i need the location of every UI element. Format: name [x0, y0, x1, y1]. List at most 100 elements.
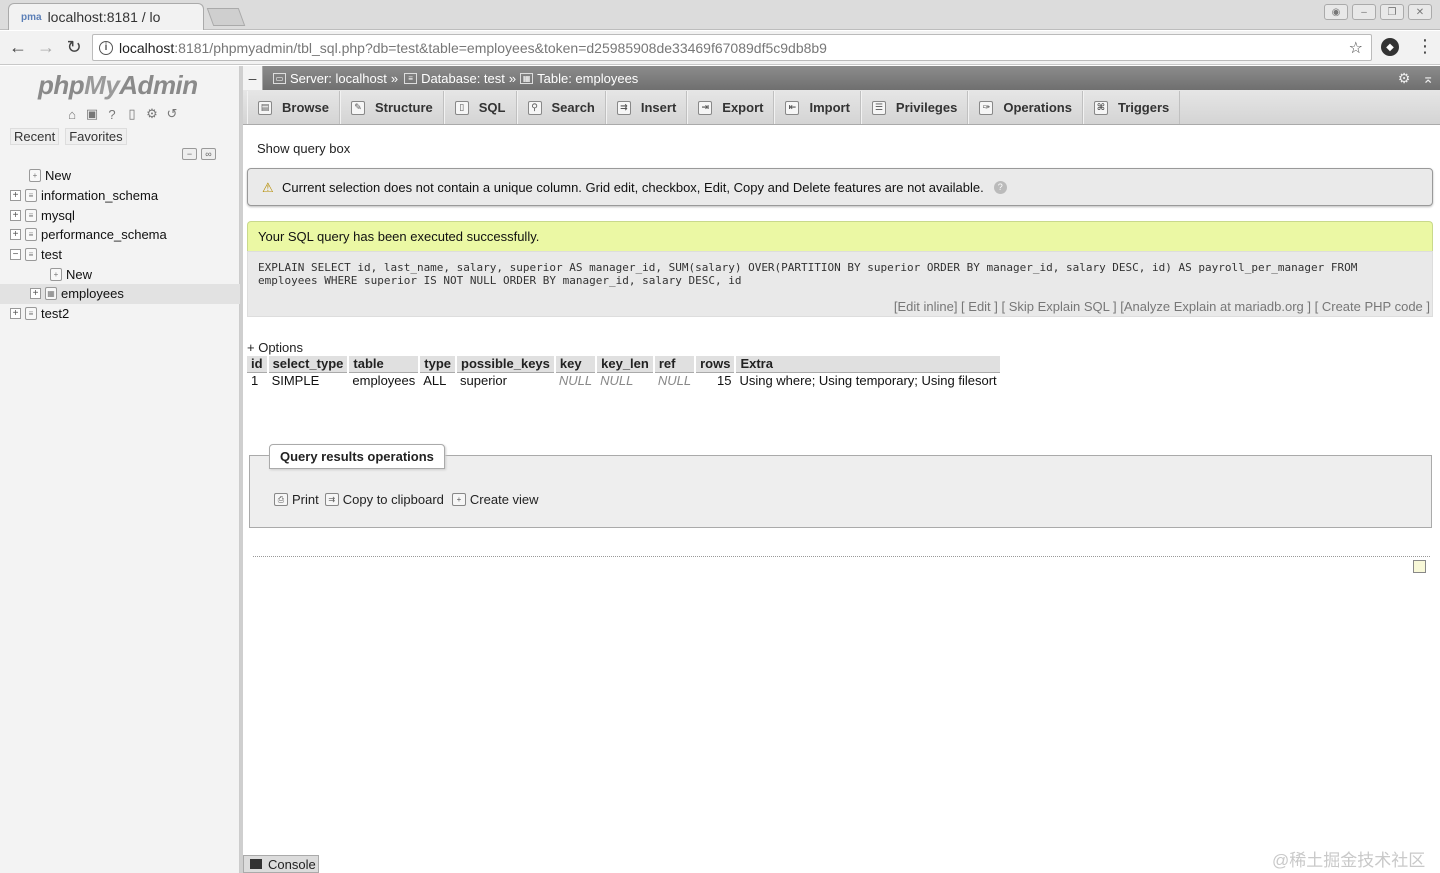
breadcrumb-database-label: Database: test: [421, 70, 505, 86]
col-ref[interactable]: ref: [653, 356, 697, 373]
expand-icon[interactable]: +: [10, 190, 21, 202]
console-toggle[interactable]: Console: [243, 855, 319, 873]
nav-tab-favorites[interactable]: Favorites: [65, 128, 127, 145]
link-with-main-icon[interactable]: ∞: [201, 148, 216, 160]
collapse-top-icon[interactable]: ⌅: [1422, 70, 1434, 87]
database-icon: ≡: [25, 307, 37, 321]
cell-rows: 15: [716, 373, 732, 389]
warning-icon: ⚠: [262, 180, 274, 195]
expand-icon[interactable]: +: [10, 229, 21, 241]
logo-admin: Admin: [119, 70, 198, 100]
create-view-link[interactable]: Create view: [470, 492, 539, 507]
tab-browse[interactable]: ▤ Browse: [247, 91, 340, 124]
tab-insert[interactable]: ⇉ Insert: [605, 91, 688, 124]
watermark: @稀土掘金技术社区: [1272, 851, 1426, 870]
import-icon: ⇤: [785, 100, 800, 115]
tree-item-test2[interactable]: + ≡ test2: [0, 304, 240, 324]
close-icon[interactable]: ✕: [1408, 4, 1432, 20]
col-type[interactable]: type: [419, 356, 457, 373]
help-icon[interactable]: ?: [993, 180, 1007, 194]
col-extra[interactable]: Extra: [735, 356, 1002, 373]
nav-tabs: Recent Favorites: [10, 128, 127, 145]
col-key[interactable]: key: [554, 356, 598, 373]
show-query-box-link[interactable]: Show query box: [257, 141, 350, 156]
reload-icon[interactable]: ↻: [60, 37, 88, 58]
browser-menu-icon[interactable]: ⋮: [1416, 36, 1434, 57]
col-rows[interactable]: rows: [695, 356, 737, 373]
tab-export[interactable]: ⇥ Export: [687, 91, 775, 124]
collapse-all-icon[interactable]: −: [182, 148, 197, 160]
collapse-icon[interactable]: −: [10, 249, 21, 261]
table-row: 1 SIMPLE employees ALL superior NULL NUL…: [247, 372, 1001, 389]
expand-icon[interactable]: +: [10, 209, 21, 221]
help-icon[interactable]: ?: [104, 106, 120, 122]
logo-php: php: [38, 70, 85, 100]
tree-item-performance-schema[interactable]: + ≡ performance_schema: [0, 225, 240, 245]
tab-search[interactable]: ⚲ Search: [516, 91, 606, 124]
database-icon: ≡: [404, 72, 418, 84]
tree-item-test[interactable]: − ≡ test: [0, 245, 240, 265]
tree-item-employees[interactable]: + ▦ employees: [0, 284, 240, 304]
print-link[interactable]: Print: [292, 492, 319, 507]
settings-gear-icon[interactable]: ⚙: [144, 106, 160, 122]
triggers-icon: ⌘: [1093, 100, 1108, 115]
tree-item-information-schema[interactable]: + ≡ information_schema: [0, 186, 240, 206]
restore-icon[interactable]: ❐: [1380, 4, 1404, 20]
sql-action-links[interactable]: [Edit inline] [ Edit ] [ Skip Explain SQ…: [894, 300, 1430, 314]
options-toggle[interactable]: + Options: [247, 340, 303, 355]
home-icon[interactable]: ⌂: [64, 106, 80, 122]
table-icon: ▦: [520, 72, 534, 84]
breadcrumb-database[interactable]: ≡ Database: test: [404, 71, 505, 86]
col-key-len[interactable]: key_len: [596, 356, 655, 373]
breadcrumb-server[interactable]: ▭ Server: localhost: [273, 71, 387, 86]
phpmyadmin-favicon-icon: pma: [21, 11, 42, 23]
tab-privileges[interactable]: ☰ Privileges: [860, 91, 969, 124]
profile-icon[interactable]: ◉: [1324, 4, 1348, 20]
table-menu: ▤ Browse ✎ Structure ▯ SQL ⚲ Search ⇉ Insert …: [243, 90, 1440, 125]
breadcrumb-table[interactable]: ▦ Table: employees: [520, 71, 638, 86]
tab-structure[interactable]: ✎ Structure: [339, 91, 444, 124]
expand-icon[interactable]: +: [10, 308, 21, 320]
col-select-type[interactable]: select_type: [267, 356, 350, 373]
back-icon[interactable]: ←: [4, 37, 32, 58]
create-view-icon: +: [451, 493, 466, 506]
forward-icon[interactable]: →: [32, 37, 60, 58]
new-tab-button[interactable]: [206, 8, 246, 26]
tab-sql[interactable]: ▯ SQL: [443, 91, 517, 124]
phpmyadmin-logo[interactable]: phpMyAdmin: [38, 70, 198, 101]
tab-triggers[interactable]: ⌘ Triggers: [1082, 91, 1181, 124]
address-bar[interactable]: i localhost:8181/phpmyadmin/tbl_sql.php?…: [92, 34, 1372, 61]
collapse-nav-button[interactable]: –: [243, 66, 263, 90]
tree-item-new-table[interactable]: + New: [0, 264, 240, 284]
navigation-panel: phpMyAdmin ⌂ ▣ ? ▯ ⚙ ↺ Recent Favorites …: [0, 66, 240, 873]
expand-icon[interactable]: +: [30, 288, 41, 300]
tab-label: Privileges: [895, 100, 958, 115]
new-table-icon: +: [50, 267, 62, 281]
bookmark-page-icon[interactable]: [1413, 560, 1426, 573]
docs-icon[interactable]: ▯: [124, 106, 140, 122]
site-info-icon[interactable]: i: [99, 40, 113, 55]
minimize-icon[interactable]: –: [1352, 4, 1376, 20]
browser-tab[interactable]: pma localhost:8181 / lo: [8, 3, 204, 30]
reload-nav-icon[interactable]: ↺: [164, 106, 180, 122]
extension-icon[interactable]: ◆: [1381, 38, 1399, 56]
tree-item-mysql[interactable]: + ≡ mysql: [0, 205, 240, 225]
success-message: Your SQL query has been executed success…: [247, 221, 1433, 251]
wrench-icon: ✑: [979, 100, 994, 115]
tree-item-label: test2: [41, 306, 70, 322]
privileges-icon: ☰: [871, 100, 886, 115]
col-table[interactable]: table: [348, 356, 421, 373]
tree-item-label: information_schema: [41, 188, 159, 204]
tree-item-new[interactable]: + New: [0, 166, 240, 186]
nav-tab-recent[interactable]: Recent: [10, 128, 60, 145]
tab-operations[interactable]: ✑ Operations: [968, 91, 1083, 124]
page-settings-gear-icon[interactable]: ⚙: [1398, 70, 1411, 87]
tab-import[interactable]: ⇤ Import: [774, 91, 861, 124]
copy-to-clipboard-link[interactable]: Copy to clipboard: [343, 492, 444, 507]
col-possible-keys[interactable]: possible_keys: [456, 356, 556, 373]
col-id[interactable]: id: [247, 356, 269, 373]
logout-icon[interactable]: ▣: [84, 106, 100, 122]
bookmark-star-icon[interactable]: ☆: [1349, 38, 1363, 58]
logo-my: My: [84, 70, 120, 100]
tab-label: Insert: [640, 100, 677, 115]
